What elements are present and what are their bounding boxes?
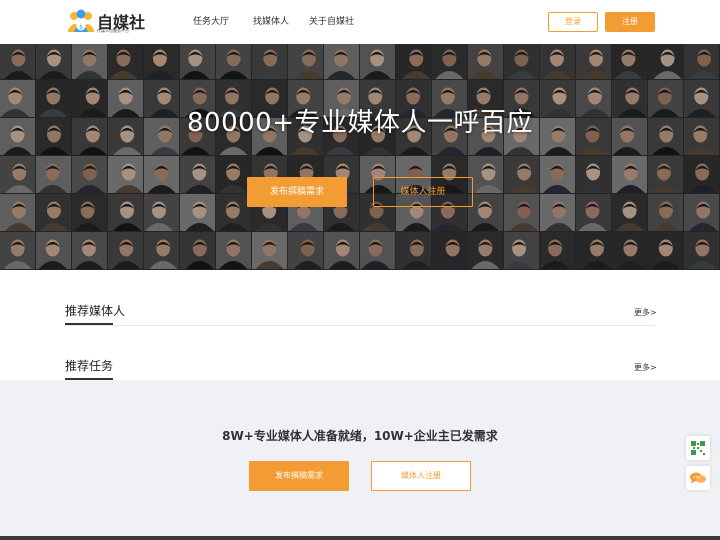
cta-post-request-button[interactable]: 发布撰稿需求 (249, 461, 349, 491)
login-button[interactable]: 登录 (548, 12, 598, 32)
nav-find-media[interactable]: 找媒体人 (253, 14, 289, 27)
nav-about[interactable]: 关于自媒社 (309, 14, 354, 27)
more-media-link[interactable]: 更多> (634, 307, 657, 318)
hero-banner: 80000+专业媒体人一呼百应 发布撰稿需求 媒体人注册 (0, 44, 720, 270)
brand-slogan: 传媒众包服务平台 (97, 28, 129, 33)
hero-media-register-button[interactable]: 媒体人注册 (373, 177, 473, 207)
people-logo-icon: $ (68, 9, 94, 32)
cta-band: 8W+专业媒体人准备就绪，10W+企业主已发需求 发布撰稿需求 媒体人注册 (0, 380, 720, 536)
footer-strip (0, 536, 720, 540)
nav-task-hall[interactable]: 任务大厅 (193, 14, 229, 27)
cta-headline: 8W+专业媒体人准备就绪，10W+企业主已发需求 (222, 429, 498, 443)
qr-code-icon (690, 440, 706, 456)
floating-chat-button[interactable] (686, 466, 710, 490)
cta-media-register-button[interactable]: 媒体人注册 (371, 461, 471, 491)
section-title-recommended-media: 推荐媒体人 (65, 304, 126, 318)
chat-bubble-icon (690, 472, 706, 484)
site-header: $ 自媒社 传媒众包服务平台 任务大厅 找媒体人 关于自媒社 登录 注册 (0, 0, 720, 44)
hero-overlay (0, 44, 720, 270)
register-button[interactable]: 注册 (605, 12, 655, 32)
section-title-underline (65, 323, 113, 325)
more-tasks-link[interactable]: 更多> (634, 362, 657, 373)
section-title-recommended-tasks: 推荐任务 (65, 359, 114, 373)
hero-title: 80000+专业媒体人一呼百应 (187, 108, 533, 138)
section-divider (65, 325, 655, 326)
floating-qr-button[interactable] (686, 436, 710, 460)
site-logo[interactable]: $ 自媒社 传媒众包服务平台 (67, 8, 145, 36)
hero-post-request-button[interactable]: 发布撰稿需求 (247, 177, 347, 207)
svg-text:$: $ (79, 24, 83, 31)
